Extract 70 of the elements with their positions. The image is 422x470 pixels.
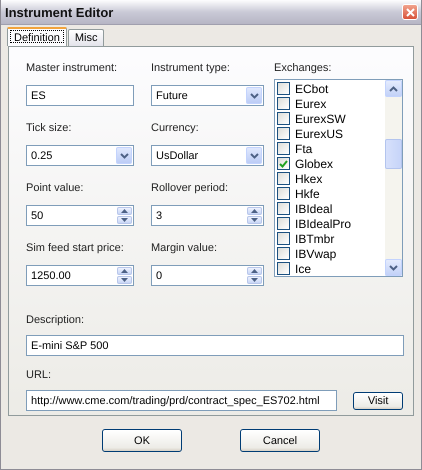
exchange-item[interactable]: Hkex xyxy=(295,172,322,186)
spinner-field[interactable]: 3 xyxy=(151,205,264,226)
field-label: Point value: xyxy=(26,181,84,195)
checkbox[interactable] xyxy=(277,82,290,95)
scrollbar-thumb[interactable] xyxy=(385,139,402,169)
tab[interactable]: Definition xyxy=(7,27,67,46)
up-arrow-icon xyxy=(251,269,258,273)
checkbox[interactable] xyxy=(277,232,290,245)
field-label: Exchanges: xyxy=(274,61,332,75)
chevron-down-icon xyxy=(389,264,398,270)
checkbox[interactable] xyxy=(277,112,290,125)
checkbox[interactable] xyxy=(277,172,290,185)
exchange-item[interactable]: ECbot xyxy=(295,82,328,96)
visit-button[interactable]: Visit xyxy=(353,392,403,410)
exchange-item[interactable]: EurexSW xyxy=(295,112,346,126)
checkbox[interactable] xyxy=(277,187,290,200)
dropdown[interactable]: Future xyxy=(151,85,264,106)
exchange-item[interactable]: IBVwap xyxy=(295,246,336,260)
exchange-item[interactable]: IBTmbr xyxy=(295,232,334,246)
checkbox[interactable] xyxy=(277,217,290,230)
window-title: Instrument Editor xyxy=(5,4,114,20)
exchange-item[interactable]: IBIdeal xyxy=(295,202,332,216)
field-label: Master instrument: xyxy=(26,61,118,75)
field-label: Instrument type: xyxy=(151,61,231,75)
exchange-item[interactable]: EurexUS xyxy=(295,126,344,140)
scrollbar[interactable] xyxy=(385,80,402,276)
up-arrow-icon xyxy=(121,209,128,213)
chevron-down-icon xyxy=(250,152,258,158)
dialog-button[interactable]: Cancel xyxy=(240,429,320,452)
exchange-item[interactable]: Globex xyxy=(295,156,334,170)
text-field[interactable]: ES xyxy=(26,85,134,106)
dropdown[interactable]: UsDollar xyxy=(151,145,264,166)
field-label: URL: xyxy=(26,368,52,382)
spinner-field[interactable]: 50 xyxy=(26,205,134,226)
exchange-item[interactable]: Ice xyxy=(295,262,312,276)
dialog-button[interactable]: OK xyxy=(102,429,182,452)
chevron-up-icon xyxy=(389,86,398,92)
checkbox[interactable] xyxy=(277,202,290,215)
field-label: Margin value: xyxy=(151,241,218,255)
checkbox[interactable] xyxy=(277,97,290,110)
url-field[interactable]: http://www.cme.com/trading/prd/contract_spec_ES702.html xyxy=(26,390,338,411)
text-field[interactable]: E-mini S&P 500 xyxy=(26,335,404,356)
up-arrow-icon xyxy=(251,209,258,213)
up-arrow-icon xyxy=(121,269,128,273)
down-arrow-icon xyxy=(121,218,128,222)
field-label: Tick size: xyxy=(26,121,72,135)
checkbox[interactable] xyxy=(277,247,290,260)
down-arrow-icon xyxy=(251,218,258,222)
tab[interactable]: Misc xyxy=(68,29,104,46)
field-label: Currency: xyxy=(151,121,200,135)
checkbox[interactable] xyxy=(277,262,290,275)
checkbox[interactable] xyxy=(277,157,290,170)
exchange-item[interactable]: Hkfe xyxy=(295,186,320,200)
close-icon xyxy=(406,8,414,16)
down-arrow-icon xyxy=(251,278,258,282)
chevron-down-icon xyxy=(120,152,128,158)
close-button[interactable] xyxy=(402,4,418,20)
dropdown[interactable]: 0.25 xyxy=(26,145,134,166)
down-arrow-icon xyxy=(121,278,128,282)
field-label: Description: xyxy=(26,313,86,327)
field-label: Sim feed start price: xyxy=(26,241,125,255)
exchange-item[interactable]: IBIdealPro xyxy=(295,216,352,230)
spinner-field[interactable]: 1250.00 xyxy=(26,265,134,286)
exchange-item[interactable]: Eurex xyxy=(295,96,326,110)
spinner-field[interactable]: 0 xyxy=(151,265,264,286)
checkbox[interactable] xyxy=(277,142,290,155)
checkbox[interactable] xyxy=(277,127,290,140)
field-label: Rollover period: xyxy=(151,181,230,195)
chevron-down-icon xyxy=(250,92,258,98)
exchange-item[interactable]: Fta xyxy=(295,142,312,156)
